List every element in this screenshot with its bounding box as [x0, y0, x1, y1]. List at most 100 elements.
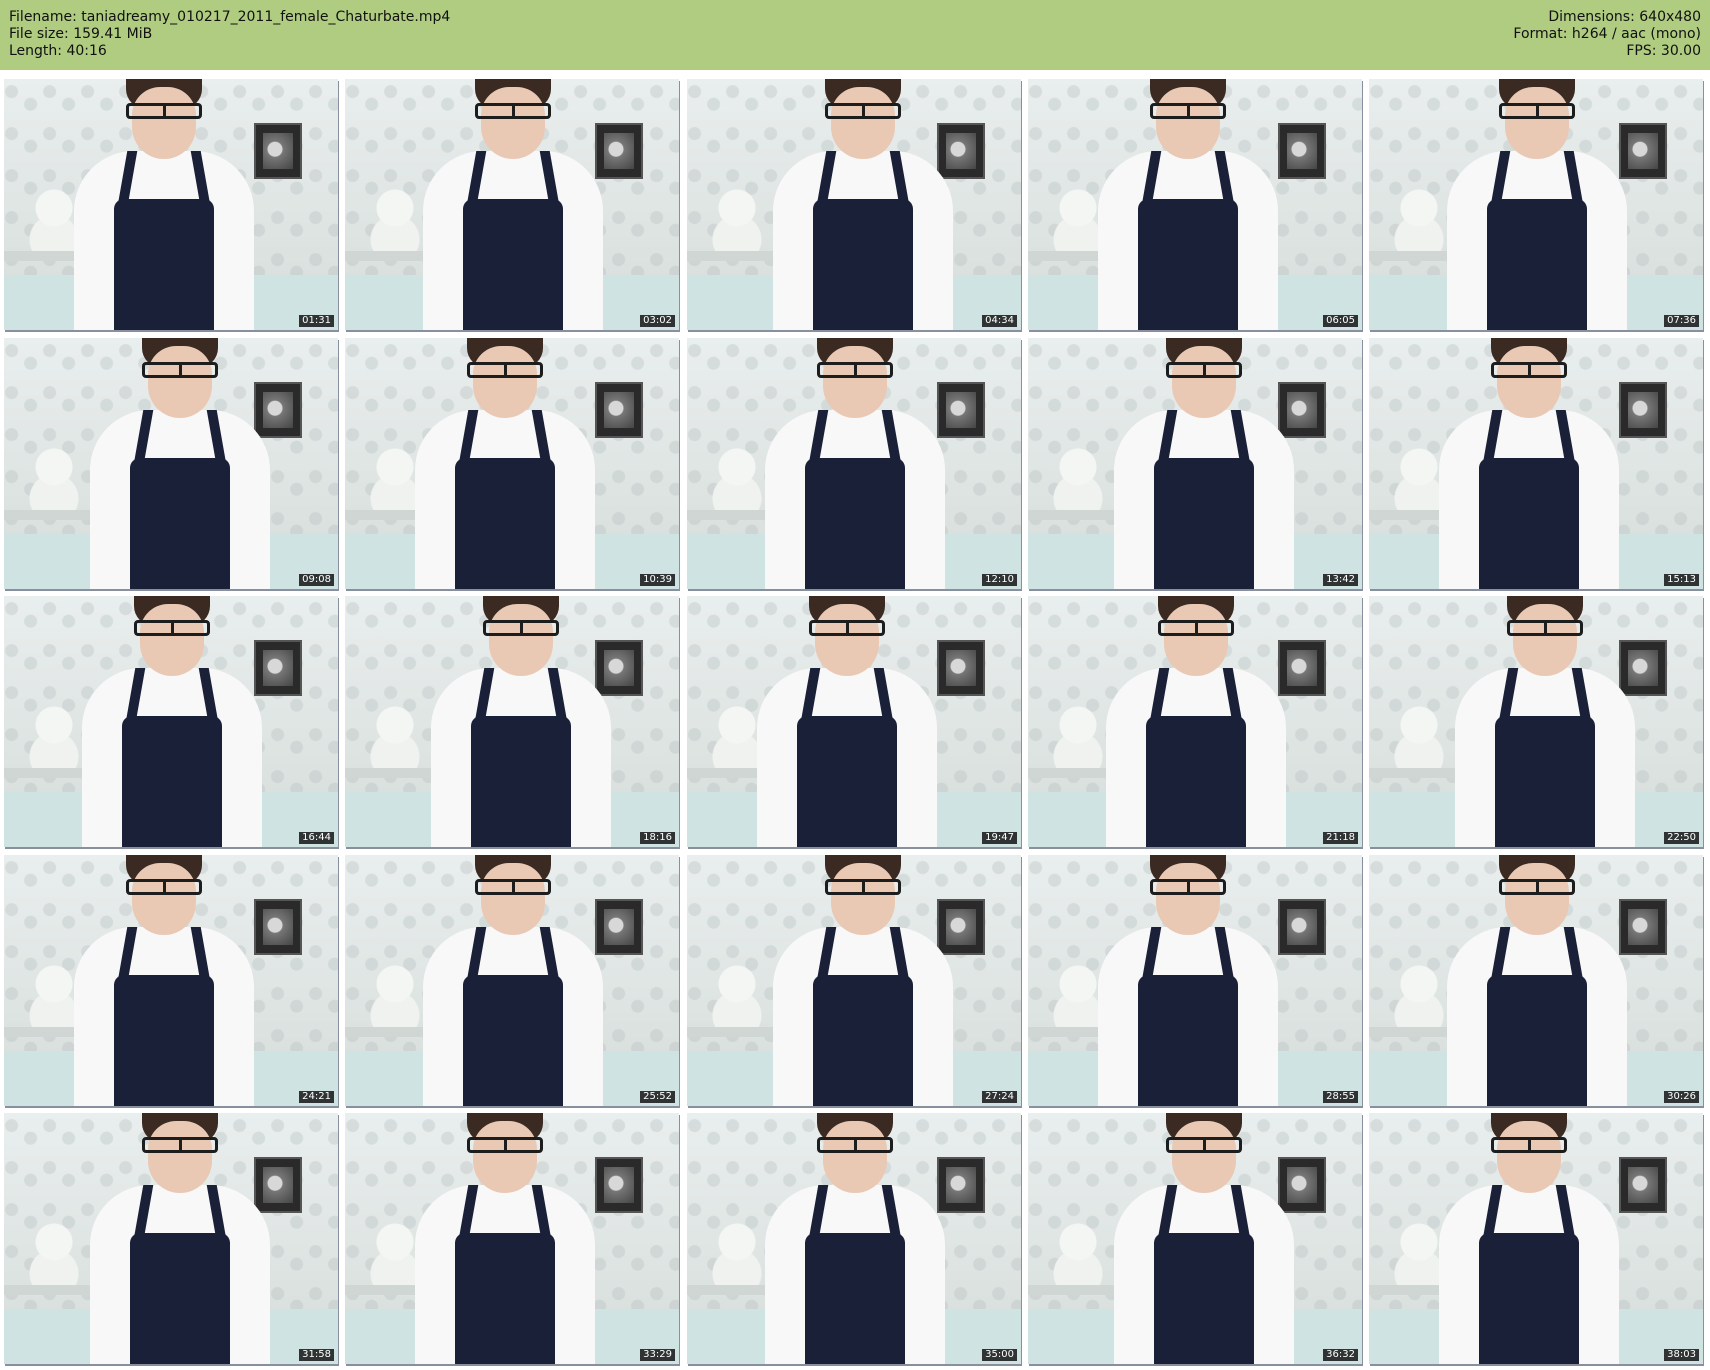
- thumbnail-15[interactable]: 22:50: [1369, 596, 1703, 847]
- thumbnail-6[interactable]: 09:08: [4, 338, 338, 589]
- timestamp-label: 38:03: [1664, 1349, 1699, 1361]
- face: [1172, 1121, 1236, 1193]
- face: [481, 87, 545, 159]
- pinafore-dress: [1154, 458, 1254, 589]
- teddy-bear: [24, 704, 84, 774]
- face: [1497, 346, 1561, 418]
- person: [415, 1113, 595, 1364]
- pinafore-dress: [114, 199, 214, 330]
- thumbnail-3[interactable]: 04:34: [687, 79, 1021, 330]
- teddy-bear: [1389, 963, 1449, 1033]
- teddy-bear: [707, 963, 767, 1033]
- pinafore-dress: [1138, 975, 1238, 1106]
- thumbnail-1[interactable]: 01:31: [4, 79, 338, 330]
- timestamp-label: 13:42: [1323, 574, 1358, 586]
- timestamp-label: 10:39: [640, 574, 675, 586]
- face: [140, 604, 204, 676]
- glasses: [475, 879, 551, 895]
- pinafore-dress: [455, 458, 555, 589]
- timestamp-label: 01:31: [299, 315, 334, 327]
- timestamp-label: 06:05: [1323, 315, 1358, 327]
- thumbnail-14[interactable]: 21:18: [1028, 596, 1362, 847]
- length-text: Length: 40:16: [9, 43, 107, 59]
- pinafore-dress: [813, 975, 913, 1106]
- face: [1156, 87, 1220, 159]
- thumbnail-9[interactable]: 13:42: [1028, 338, 1362, 589]
- pinafore-dress: [1479, 1233, 1579, 1364]
- person: [765, 338, 945, 589]
- face: [148, 346, 212, 418]
- pinafore-dress: [1487, 975, 1587, 1106]
- glasses: [1507, 620, 1583, 636]
- person: [1106, 596, 1286, 847]
- timestamp-label: 35:00: [982, 1349, 1017, 1361]
- thumbnail-24[interactable]: 36:32: [1028, 1113, 1362, 1364]
- teddy-bear: [707, 1221, 767, 1291]
- person: [90, 338, 270, 589]
- timestamp-label: 27:24: [982, 1091, 1017, 1103]
- glasses: [126, 103, 202, 119]
- face: [815, 604, 879, 676]
- person: [765, 1113, 945, 1364]
- person: [1447, 79, 1627, 330]
- face: [132, 87, 196, 159]
- glasses: [467, 1137, 543, 1153]
- glasses: [1166, 362, 1242, 378]
- glasses: [142, 1137, 218, 1153]
- thumbnail-12[interactable]: 18:16: [345, 596, 679, 847]
- glasses: [475, 103, 551, 119]
- teddy-bear: [707, 446, 767, 516]
- thumbnail-2[interactable]: 03:02: [345, 79, 679, 330]
- glasses: [1491, 1137, 1567, 1153]
- pinafore-dress: [1487, 199, 1587, 330]
- wall-picture: [254, 899, 302, 955]
- teddy-bear: [1389, 187, 1449, 257]
- timestamp-label: 31:58: [299, 1349, 334, 1361]
- thumbnail-4[interactable]: 06:05: [1028, 79, 1362, 330]
- pinafore-dress: [1138, 199, 1238, 330]
- timestamp-label: 30:26: [1664, 1091, 1699, 1103]
- thumbnail-22[interactable]: 33:29: [345, 1113, 679, 1364]
- thumbnail-25[interactable]: 38:03: [1369, 1113, 1703, 1364]
- wall-picture: [1619, 382, 1667, 438]
- face: [132, 863, 196, 935]
- glasses: [1150, 879, 1226, 895]
- thumbnail-17[interactable]: 25:52: [345, 855, 679, 1106]
- pinafore-dress: [1154, 1233, 1254, 1364]
- thumbnail-13[interactable]: 19:47: [687, 596, 1021, 847]
- format-text: Format: h264 / aac (mono): [1513, 26, 1701, 42]
- thumbnail-10[interactable]: 15:13: [1369, 338, 1703, 589]
- thumbnail-5[interactable]: 07:36: [1369, 79, 1703, 330]
- thumbnail-18[interactable]: 27:24: [687, 855, 1021, 1106]
- wall-picture: [1278, 123, 1326, 179]
- file-info-right: Dimensions: 640x480 Format: h264 / aac (…: [1513, 9, 1701, 60]
- thumbnail-11[interactable]: 16:44: [4, 596, 338, 847]
- thumbnail-8[interactable]: 12:10: [687, 338, 1021, 589]
- glasses: [142, 362, 218, 378]
- glasses: [1150, 103, 1226, 119]
- teddy-bear: [1048, 446, 1108, 516]
- wall-picture: [1278, 899, 1326, 955]
- face: [1156, 863, 1220, 935]
- glasses: [1499, 879, 1575, 895]
- thumbnail-19[interactable]: 28:55: [1028, 855, 1362, 1106]
- thumbnail-20[interactable]: 30:26: [1369, 855, 1703, 1106]
- timestamp-label: 09:08: [299, 574, 334, 586]
- glasses: [825, 103, 901, 119]
- face: [823, 1121, 887, 1193]
- pinafore-dress: [813, 199, 913, 330]
- thumbnail-23[interactable]: 35:00: [687, 1113, 1021, 1364]
- glasses: [483, 620, 559, 636]
- person: [90, 1113, 270, 1364]
- fps-text: FPS: 30.00: [1626, 43, 1701, 59]
- person: [1114, 338, 1294, 589]
- thumbnail-7[interactable]: 10:39: [345, 338, 679, 589]
- pinafore-dress: [130, 1233, 230, 1364]
- face: [473, 346, 537, 418]
- pinafore-dress: [1479, 458, 1579, 589]
- thumbnail-21[interactable]: 31:58: [4, 1113, 338, 1364]
- person: [1439, 1113, 1619, 1364]
- teddy-bear: [365, 704, 425, 774]
- glasses: [1158, 620, 1234, 636]
- thumbnail-16[interactable]: 24:21: [4, 855, 338, 1106]
